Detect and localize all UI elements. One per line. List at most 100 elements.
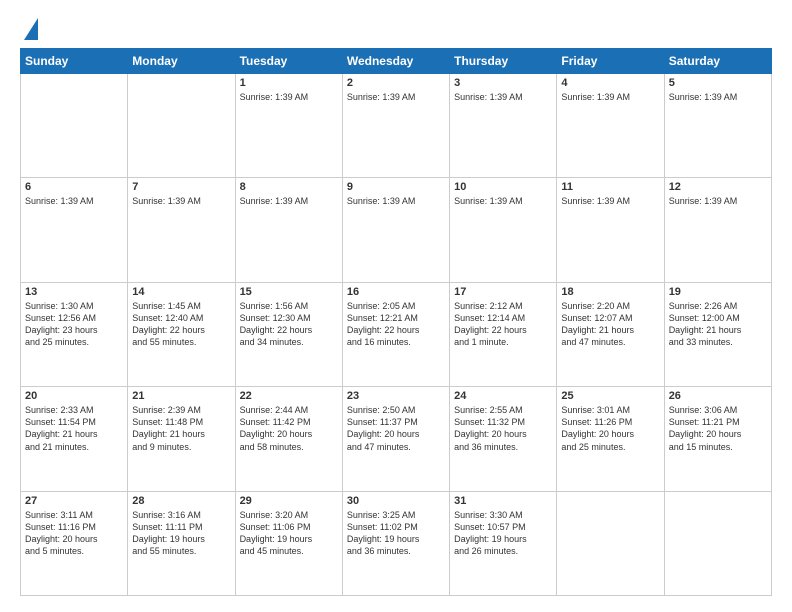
- calendar-cell: 30 Sunrise: 3:25 AMSunset: 11:02 PMDaylig…: [342, 491, 449, 595]
- cell-info: Sunrise: 2:26 AMSunset: 12:00 AMDaylight…: [669, 300, 767, 349]
- calendar-cell: 29 Sunrise: 3:20 AMSunset: 11:06 PMDaylig…: [235, 491, 342, 595]
- calendar-cell: 1 Sunrise: 1:39 AM: [235, 74, 342, 178]
- cell-info: Sunrise: 1:39 AM: [132, 195, 230, 207]
- calendar-week-1: 6 Sunrise: 1:39 AM 7 Sunrise: 1:39 AM 8 Sunri…: [21, 178, 772, 282]
- cell-info: Sunrise: 2:20 AMSunset: 12:07 AMDaylight…: [561, 300, 659, 349]
- cell-info: Sunrise: 1:39 AM: [561, 195, 659, 207]
- cell-info: Sunrise: 1:39 AM: [347, 195, 445, 207]
- day-number: 6: [25, 181, 123, 193]
- cell-info: Sunrise: 2:39 AMSunset: 11:48 PMDaylight…: [132, 404, 230, 453]
- cell-info: Sunrise: 1:39 AM: [240, 195, 338, 207]
- calendar-cell: 12 Sunrise: 1:39 AM: [664, 178, 771, 282]
- cell-info: Sunrise: 1:39 AM: [454, 195, 552, 207]
- cell-info: Sunrise: 1:39 AM: [669, 91, 767, 103]
- calendar-cell: 5 Sunrise: 1:39 AM: [664, 74, 771, 178]
- day-number: 7: [132, 181, 230, 193]
- calendar-cell: 25 Sunrise: 3:01 AMSunset: 11:26 PMDaylig…: [557, 387, 664, 491]
- calendar-cell: 22 Sunrise: 2:44 AMSunset: 11:42 PMDaylig…: [235, 387, 342, 491]
- cell-info: Sunrise: 1:39 AM: [240, 91, 338, 103]
- calendar-week-0: 1 Sunrise: 1:39 AM 2 Sunrise: 1:39 AM 3 Sunri…: [21, 74, 772, 178]
- calendar-cell: 11 Sunrise: 1:39 AM: [557, 178, 664, 282]
- calendar-cell: 16Sunrise: 2:05 AMSunset: 12:21 AMDaylig…: [342, 282, 449, 386]
- cell-info: Sunrise: 2:33 AMSunset: 11:54 PMDaylight…: [25, 404, 123, 453]
- cell-info: Sunrise: 1:39 AM: [669, 195, 767, 207]
- day-number: 21: [132, 390, 230, 402]
- weekday-header-saturday: Saturday: [664, 49, 771, 74]
- calendar-cell: 6 Sunrise: 1:39 AM: [21, 178, 128, 282]
- day-number: 16: [347, 286, 445, 298]
- calendar-cell: 19 Sunrise: 2:26 AMSunset: 12:00 AMDaylig…: [664, 282, 771, 386]
- day-number: 11: [561, 181, 659, 193]
- day-number: 23: [347, 390, 445, 402]
- calendar-cell: 15 Sunrise: 1:56 AMSunset: 12:30 AMDaylig…: [235, 282, 342, 386]
- cell-info: Sunrise: 3:20 AMSunset: 11:06 PMDaylight…: [240, 509, 338, 558]
- calendar-cell: [664, 491, 771, 595]
- cell-info: Sunrise: 1:30 AMSunset: 12:56 AMDaylight…: [25, 300, 123, 349]
- day-number: 13: [25, 286, 123, 298]
- weekday-header-monday: Monday: [128, 49, 235, 74]
- day-number: 26: [669, 390, 767, 402]
- day-number: 9: [347, 181, 445, 193]
- day-number: 12: [669, 181, 767, 193]
- cell-info: Sunrise: 3:30 AMSunset: 10:57 PMDaylight…: [454, 509, 552, 558]
- calendar-cell: 8 Sunrise: 1:39 AM: [235, 178, 342, 282]
- day-number: 27: [25, 495, 123, 507]
- cell-info: Sunrise: 3:01 AMSunset: 11:26 PMDaylight…: [561, 404, 659, 453]
- day-number: 17: [454, 286, 552, 298]
- cell-info: Sunrise: 3:25 AMSunset: 11:02 PMDaylight…: [347, 509, 445, 558]
- calendar-cell: [557, 491, 664, 595]
- calendar-table: SundayMondayTuesdayWednesdayThursdayFrid…: [20, 48, 772, 596]
- calendar-cell: 31Sunrise: 3:30 AMSunset: 10:57 PMDaylig…: [450, 491, 557, 595]
- calendar-cell: [21, 74, 128, 178]
- cell-info: Sunrise: 2:44 AMSunset: 11:42 PMDaylight…: [240, 404, 338, 453]
- cell-info: Sunrise: 1:39 AM: [454, 91, 552, 103]
- day-number: 28: [132, 495, 230, 507]
- calendar-cell: 24 Sunrise: 2:55 AMSunset: 11:32 PMDaylig…: [450, 387, 557, 491]
- day-number: 2: [347, 77, 445, 89]
- cell-info: Sunrise: 1:56 AMSunset: 12:30 AMDaylight…: [240, 300, 338, 349]
- page: SundayMondayTuesdayWednesdayThursdayFrid…: [0, 0, 792, 612]
- day-number: 1: [240, 77, 338, 89]
- calendar-week-4: 27 Sunrise: 3:11 AMSunset: 11:16 PMDaylig…: [21, 491, 772, 595]
- weekday-header-tuesday: Tuesday: [235, 49, 342, 74]
- day-number: 15: [240, 286, 338, 298]
- day-number: 20: [25, 390, 123, 402]
- day-number: 30: [347, 495, 445, 507]
- calendar-cell: 17 Sunrise: 2:12 AMSunset: 12:14 AMDaylig…: [450, 282, 557, 386]
- calendar-cell: 21 Sunrise: 2:39 AMSunset: 11:48 PMDaylig…: [128, 387, 235, 491]
- day-number: 5: [669, 77, 767, 89]
- calendar-cell: 10Sunrise: 1:39 AM: [450, 178, 557, 282]
- calendar-cell: 3 Sunrise: 1:39 AM: [450, 74, 557, 178]
- cell-info: Sunrise: 1:45 AMSunset: 12:40 AMDaylight…: [132, 300, 230, 349]
- logo: [20, 16, 38, 40]
- calendar-cell: 18Sunrise: 2:20 AMSunset: 12:07 AMDaylig…: [557, 282, 664, 386]
- calendar-cell: 13 Sunrise: 1:30 AMSunset: 12:56 AMDaylig…: [21, 282, 128, 386]
- cell-info: Sunrise: 2:12 AMSunset: 12:14 AMDaylight…: [454, 300, 552, 349]
- cell-info: Sunrise: 2:50 AMSunset: 11:37 PMDaylight…: [347, 404, 445, 453]
- cell-info: Sunrise: 1:39 AM: [347, 91, 445, 103]
- calendar-cell: 26 Sunrise: 3:06 AMSunset: 11:21 PMDaylig…: [664, 387, 771, 491]
- cell-info: Sunrise: 3:11 AMSunset: 11:16 PMDaylight…: [25, 509, 123, 558]
- cell-info: Sunrise: 1:39 AM: [25, 195, 123, 207]
- day-number: 4: [561, 77, 659, 89]
- calendar-cell: [128, 74, 235, 178]
- day-number: 24: [454, 390, 552, 402]
- day-number: 19: [669, 286, 767, 298]
- cell-info: Sunrise: 3:06 AMSunset: 11:21 PMDaylight…: [669, 404, 767, 453]
- calendar-cell: 20 Sunrise: 2:33 AMSunset: 11:54 PMDaylig…: [21, 387, 128, 491]
- cell-info: Sunrise: 2:55 AMSunset: 11:32 PMDaylight…: [454, 404, 552, 453]
- header: [20, 16, 772, 40]
- calendar-cell: 9 Sunrise: 1:39 AM: [342, 178, 449, 282]
- day-number: 25: [561, 390, 659, 402]
- calendar-week-2: 13 Sunrise: 1:30 AMSunset: 12:56 AMDaylig…: [21, 282, 772, 386]
- weekday-header-friday: Friday: [557, 49, 664, 74]
- day-number: 29: [240, 495, 338, 507]
- day-number: 3: [454, 77, 552, 89]
- calendar-cell: 23 Sunrise: 2:50 AMSunset: 11:37 PMDaylig…: [342, 387, 449, 491]
- calendar-cell: 27 Sunrise: 3:11 AMSunset: 11:16 PMDaylig…: [21, 491, 128, 595]
- calendar-cell: 7 Sunrise: 1:39 AM: [128, 178, 235, 282]
- day-number: 8: [240, 181, 338, 193]
- day-number: 22: [240, 390, 338, 402]
- logo-arrow-icon: [24, 18, 38, 40]
- calendar-cell: 2 Sunrise: 1:39 AM: [342, 74, 449, 178]
